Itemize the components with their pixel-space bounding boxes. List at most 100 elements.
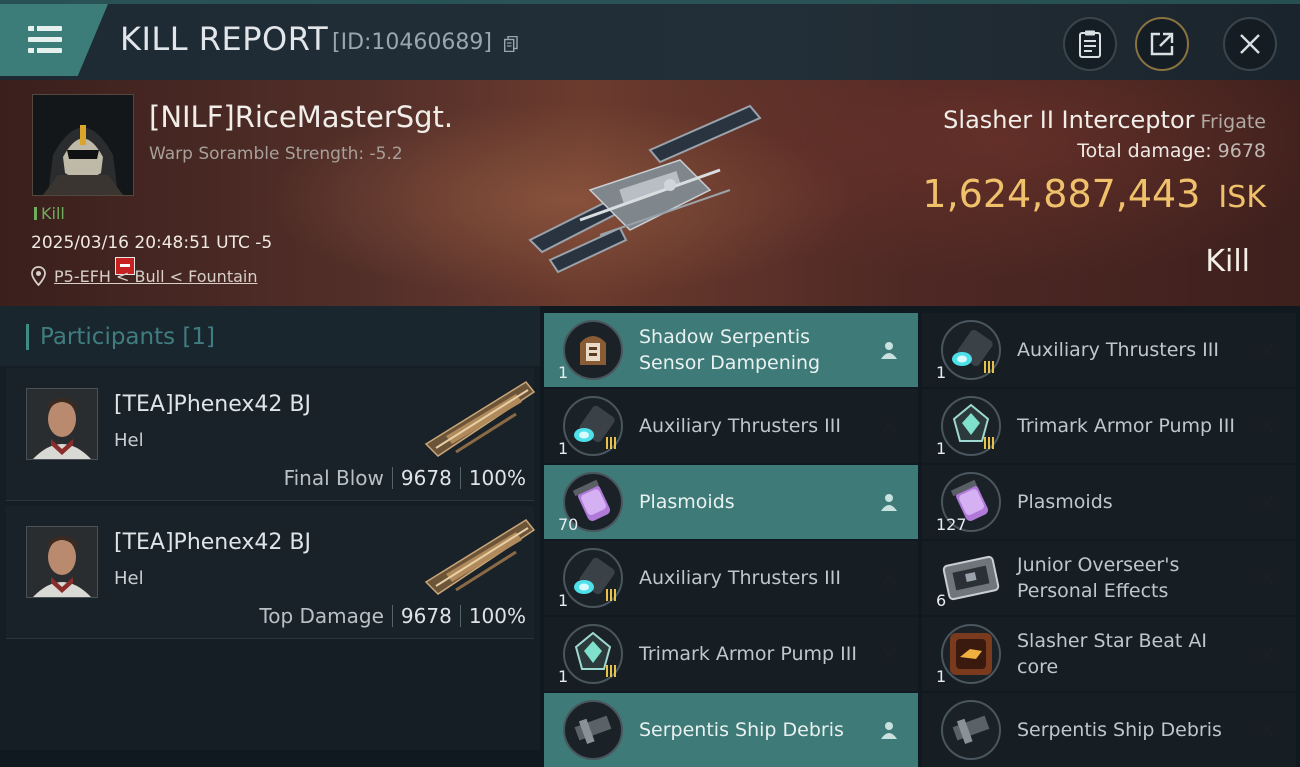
share-button[interactable] — [1135, 17, 1189, 71]
destroyed-x-icon — [881, 418, 897, 434]
dropped-person-icon — [881, 494, 897, 511]
participant-row[interactable]: [TEA]Phenex42 BJ Hel Final Blow 9678 100% — [6, 368, 536, 501]
share-icon — [1150, 32, 1174, 56]
item-quantity: 6 — [936, 591, 947, 610]
warp-scramble-strength: Warp Soramble Strength: -5.2 — [149, 144, 403, 164]
item-name: Slasher Star Beat AI core — [1017, 630, 1207, 678]
participant-name[interactable]: [TEA]Phenex42 BJ — [114, 392, 311, 417]
kill-result: Kill — [1205, 244, 1250, 279]
victim-name[interactable]: [NILF]RiceMasterSgt. — [149, 100, 453, 134]
item-quantity: 1 — [936, 363, 947, 382]
item-name: Auxiliary Thrusters III — [639, 415, 841, 437]
victim-ship-name[interactable]: Slasher II Interceptor Frigate — [943, 106, 1266, 134]
participant-ship: Hel — [114, 568, 144, 589]
item-quantity: 1 — [936, 439, 947, 458]
armor-pump-icon — [941, 396, 1001, 456]
participant-name[interactable]: [TEA]Phenex42 BJ — [114, 530, 311, 555]
participant-stats: Top Damage 9678 100% — [259, 604, 526, 628]
item-name: Plasmoids — [1017, 491, 1113, 513]
item-quantity: 1 — [558, 591, 569, 610]
thruster-icon — [941, 320, 1001, 380]
item-name: Trimark Armor Pump III — [639, 643, 857, 665]
participants-panel: Participants [1] [TEA]Phenex42 BJ Hel Fi… — [0, 306, 540, 750]
debris-icon — [563, 700, 623, 760]
total-damage-value: 9678 — [1217, 140, 1266, 162]
item-slot[interactable]: 1 Trimark Armor Pump III — [922, 389, 1296, 463]
location-pin-icon — [31, 266, 46, 286]
sensor-dampening-icon — [563, 320, 623, 380]
destroyed-x-icon — [1259, 418, 1275, 434]
participants-label: Participants — [40, 324, 176, 350]
participants-header: Participants [1] — [0, 306, 540, 366]
item-slot[interactable]: Serpentis Ship Debris — [544, 693, 918, 767]
participant-percent: 100% — [468, 466, 526, 490]
thruster-icon — [563, 396, 623, 456]
kill-type-label: Kill — [41, 204, 65, 223]
item-slot[interactable]: 1 Auxiliary Thrusters III — [544, 389, 918, 463]
item-slot[interactable]: 6 Junior Overseer's Personal Effects — [922, 541, 1296, 615]
kill-timestamp: 2025/03/16 20:48:51 UTC -5 — [31, 233, 273, 253]
participant-avatar[interactable] — [26, 388, 98, 460]
item-name: Junior Overseer's Personal Effects — [1017, 554, 1180, 602]
item-quantity: 1 — [558, 363, 569, 382]
kill-location-link[interactable]: P5-EFH < Bull < Fountain — [54, 267, 257, 286]
dropped-person-icon — [881, 722, 897, 739]
participant-damage: 9678 — [400, 466, 452, 490]
menu-button[interactable] — [0, 4, 108, 76]
item-slot[interactable]: 1 Trimark Armor Pump III — [544, 617, 918, 691]
destroyed-x-icon — [1259, 570, 1275, 586]
item-slot[interactable]: 1 Auxiliary Thrusters III — [922, 313, 1296, 387]
item-slot[interactable]: 70 Plasmoids — [544, 465, 918, 539]
ship-class-label: Frigate — [1200, 111, 1266, 133]
participant-avatar[interactable] — [26, 526, 98, 598]
item-quantity: 1 — [936, 667, 947, 686]
item-slot[interactable]: 1 Slasher Star Beat AI core — [922, 617, 1296, 691]
item-name: Trimark Armor Pump III — [1017, 415, 1235, 437]
participant-row[interactable]: [TEA]Phenex42 BJ Hel Top Damage 9678 100% — [6, 506, 536, 639]
dropped-person-icon — [881, 342, 897, 359]
item-slot[interactable]: 1 Shadow Serpentis Sensor Dampening — [544, 313, 918, 387]
victim-avatar[interactable] — [32, 94, 134, 196]
kill-id: [ID:10460689] — [332, 30, 492, 55]
items-grid: 1 Shadow Serpentis Sensor Dampening 1 Au… — [544, 310, 1300, 767]
total-damage-label: Total damage: — [1077, 140, 1212, 162]
destroyed-x-icon — [1259, 342, 1275, 358]
victim-ship-image[interactable] — [520, 100, 780, 280]
ai-core-icon — [941, 624, 1001, 684]
participant-ship-image[interactable] — [406, 374, 536, 464]
kill-banner: [NILF]RiceMasterSgt. Warp Soramble Stren… — [0, 80, 1300, 306]
header-accent-line — [0, 0, 1300, 4]
participant-ship: Hel — [114, 430, 144, 451]
participant-damage: 9678 — [400, 604, 452, 628]
clipboard-icon — [1079, 30, 1101, 58]
item-name: Serpentis Ship Debris — [1017, 719, 1222, 741]
item-slot[interactable]: 127 Plasmoids — [922, 465, 1296, 539]
item-quantity: 1 — [558, 667, 569, 686]
close-icon — [1240, 34, 1260, 54]
copy-icon[interactable] — [504, 36, 518, 52]
total-damage: Total damage: 9678 — [1077, 140, 1266, 162]
thruster-icon — [563, 548, 623, 608]
participant-role: Final Blow — [283, 466, 384, 490]
item-name: Shadow Serpentis Sensor Dampening — [639, 326, 821, 374]
armor-pump-icon — [563, 624, 623, 684]
destroyed-x-icon — [1259, 646, 1275, 662]
participant-role: Top Damage — [259, 604, 384, 628]
ship-name-label: Slasher II Interceptor — [943, 106, 1195, 134]
debris-icon — [941, 700, 1001, 760]
kill-type-tag: Kill — [34, 204, 65, 223]
destroyed-x-icon — [1259, 494, 1275, 510]
personal-effects-icon — [942, 555, 1000, 601]
destroyed-x-icon — [881, 646, 897, 662]
report-button[interactable] — [1063, 17, 1117, 71]
header-bar: KILL REPORT [ID:10460689] — [0, 0, 1300, 80]
close-button[interactable] — [1223, 17, 1277, 71]
item-slot[interactable]: Serpentis Ship Debris — [922, 693, 1296, 767]
item-quantity: 127 — [936, 515, 967, 534]
destroyed-x-icon — [881, 570, 897, 586]
participants-count: [1] — [182, 324, 216, 350]
item-name: Auxiliary Thrusters III — [639, 567, 841, 589]
participants-title: Participants [1] — [40, 324, 215, 350]
participant-ship-image[interactable] — [406, 512, 536, 602]
item-slot[interactable]: 1 Auxiliary Thrusters III — [544, 541, 918, 615]
